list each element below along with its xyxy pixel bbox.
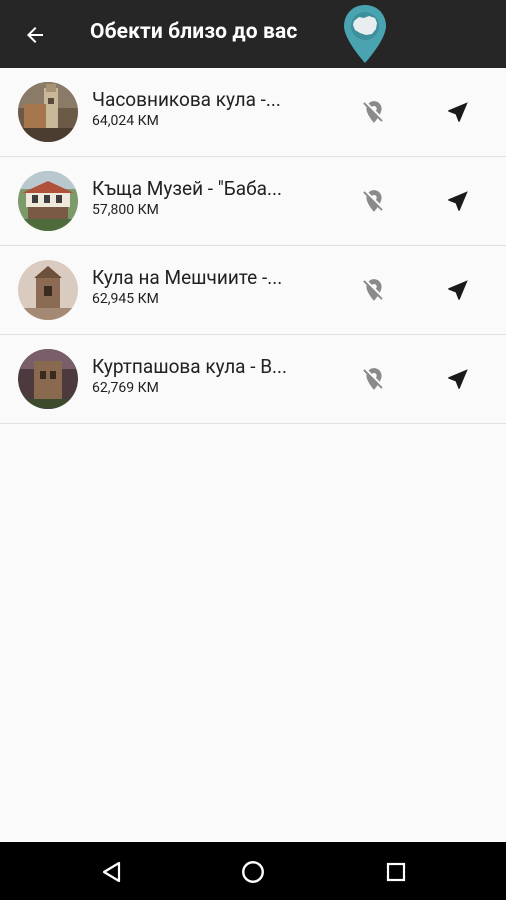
back-button[interactable]: [18, 18, 52, 52]
triangle-back-icon: [102, 861, 121, 883]
navigation-arrow-icon: [448, 191, 468, 211]
list-item[interactable]: Къща Музей - "Баба... 57,800 КМ: [0, 157, 506, 246]
house-museum-photo: [18, 171, 78, 231]
item-distance: 64,024 КМ: [92, 113, 159, 129]
navigate-button[interactable]: [440, 183, 476, 219]
arrow-back-icon: [27, 27, 43, 43]
list-item[interactable]: Часовникова кула -... 64,024 КМ: [0, 68, 506, 157]
kurtpasha-tower-photo: [18, 349, 78, 409]
system-nav-bar: [0, 842, 506, 900]
location-off-icon: [363, 368, 383, 390]
item-distance: 57,800 КМ: [92, 202, 159, 218]
system-home-button[interactable]: [235, 854, 271, 890]
navigate-button[interactable]: [440, 94, 476, 130]
location-off-button[interactable]: [356, 183, 392, 219]
location-off-icon: [363, 190, 383, 212]
circle-home-icon: [242, 861, 264, 883]
item-title: Кула на Мешчиите -...: [92, 266, 283, 289]
item-distance: 62,769 КМ: [92, 380, 159, 396]
navigation-arrow-icon: [448, 102, 468, 122]
nearby-objects-list: Часовникова кула -... 64,024 КМ Къща Муз…: [0, 68, 506, 424]
page-title: Обекти близо до вас: [90, 20, 298, 44]
location-off-button[interactable]: [356, 361, 392, 397]
top-app-bar: Обекти близо до вас: [0, 0, 506, 68]
location-off-icon: [363, 279, 383, 301]
meshchii-tower-photo: [18, 260, 78, 320]
navigate-button[interactable]: [440, 361, 476, 397]
item-title: Къща Музей - "Баба...: [92, 177, 282, 200]
list-item[interactable]: Куртпашова кула - В... 62,769 КМ: [0, 335, 506, 424]
system-recents-button[interactable]: [378, 854, 414, 890]
navigation-arrow-icon: [448, 369, 468, 389]
location-off-button[interactable]: [356, 272, 392, 308]
navigate-button[interactable]: [440, 272, 476, 308]
map-pin-logo-icon: [344, 5, 386, 63]
location-off-icon: [363, 101, 383, 123]
system-back-button[interactable]: [94, 854, 130, 890]
clock-tower-photo: [18, 82, 78, 142]
location-off-button[interactable]: [356, 94, 392, 130]
list-item[interactable]: Кула на Мешчиите -... 62,945 КМ: [0, 246, 506, 335]
square-recents-icon: [386, 862, 406, 882]
item-distance: 62,945 КМ: [92, 291, 159, 307]
item-title: Часовникова кула -...: [92, 88, 281, 111]
app-root: Обекти близо до вас Часовникова кула -..…: [0, 0, 506, 900]
item-title: Куртпашова кула - В...: [92, 355, 288, 378]
navigation-arrow-icon: [448, 280, 468, 300]
